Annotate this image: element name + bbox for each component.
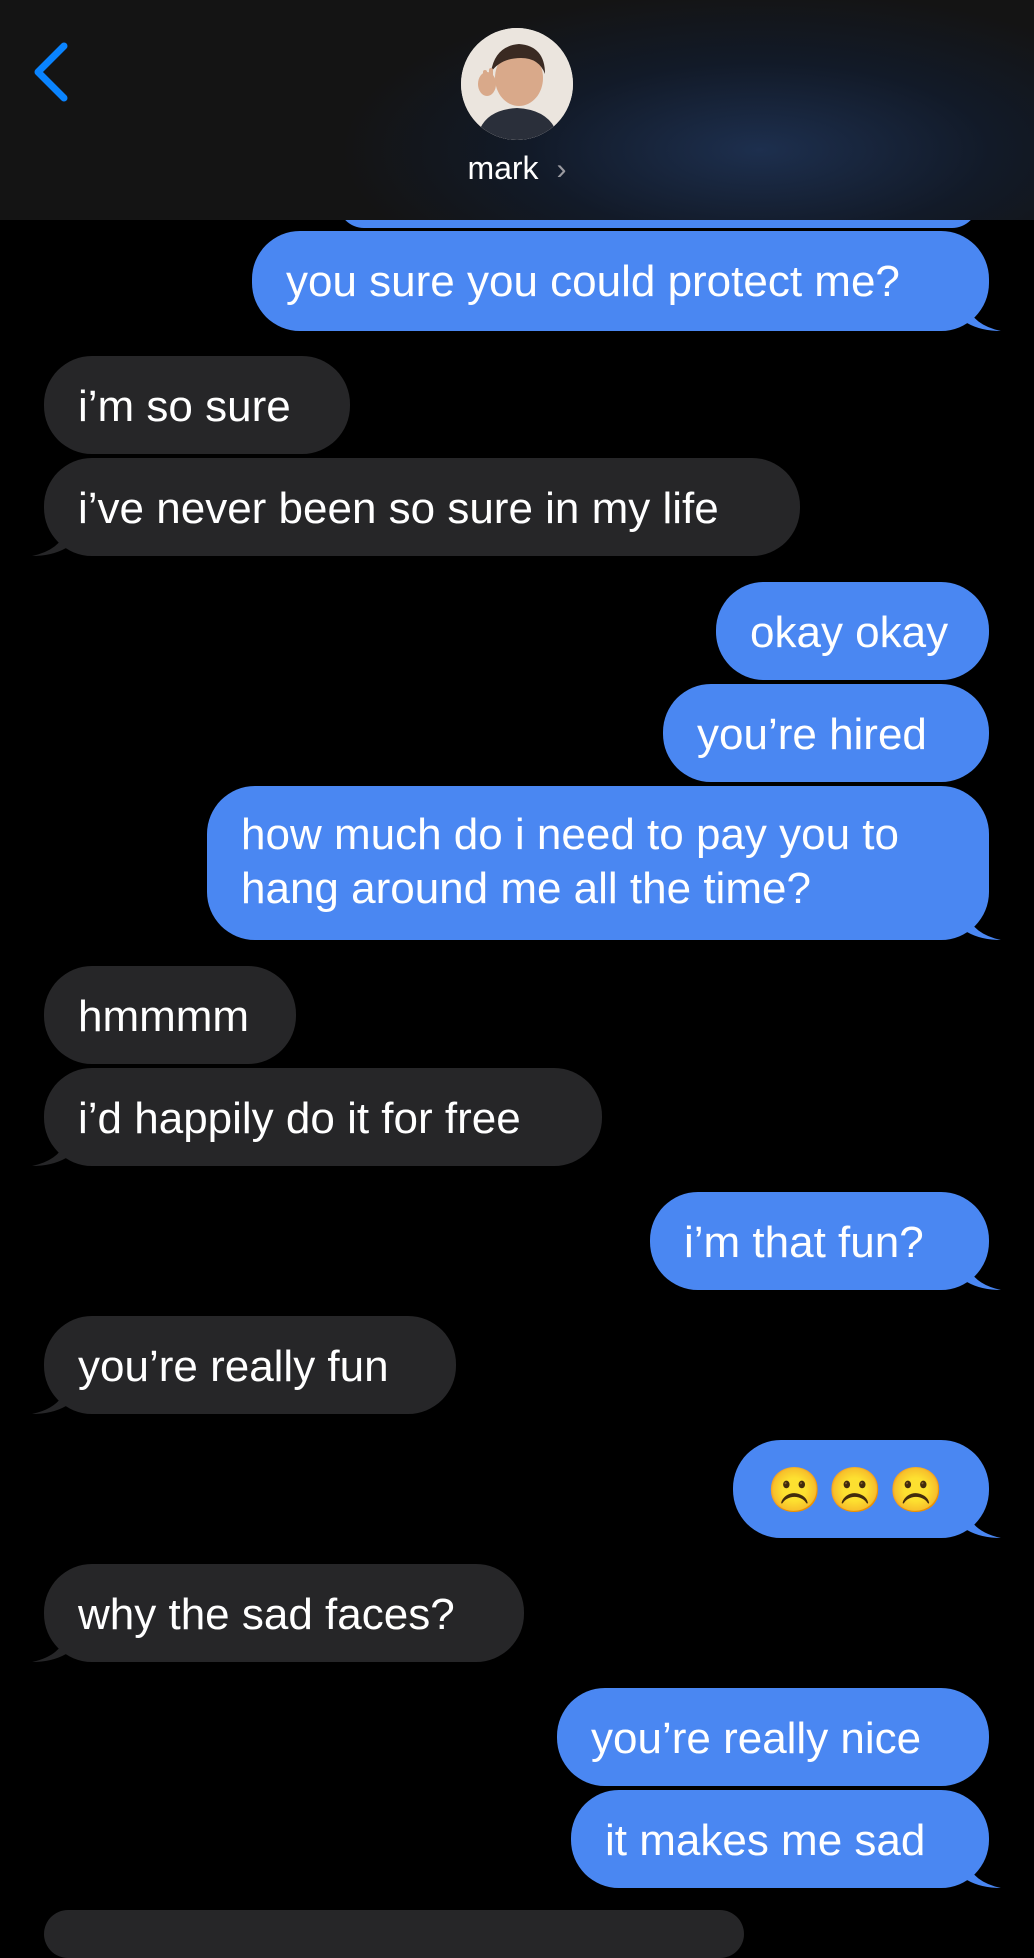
message-bubble-received[interactable]: you’re really fun	[32, 1316, 456, 1414]
message-bubble-sent[interactable]: how much do i need to pay you to hang ar…	[207, 786, 1001, 940]
message-bubble-sent[interactable]: you’re hired	[663, 684, 989, 782]
message-text-line-2: hang around me all the time?	[241, 864, 811, 913]
contact-name: mark	[467, 150, 539, 186]
message-bubble-received-partial[interactable]	[44, 1910, 744, 1958]
message-text: i’d happily do it for free	[78, 1094, 521, 1143]
bubble-tail	[967, 305, 1001, 331]
chevron-left-icon	[34, 42, 68, 102]
message-bubble-received[interactable]: why the sad faces?	[32, 1564, 524, 1662]
bubble-tail	[32, 530, 66, 556]
message-text: you’re really fun	[78, 1342, 389, 1391]
contact-avatar[interactable]	[461, 28, 573, 140]
message-text: you’re really nice	[591, 1714, 922, 1763]
message-text: okay okay	[750, 608, 949, 657]
contact-name-link[interactable]: mark ›	[0, 148, 1034, 190]
message-text: i’ve never been so sure in my life	[78, 484, 719, 533]
conversation-header: mark ›	[0, 0, 1034, 220]
bubble-tail	[967, 1862, 1001, 1888]
bubble-tail	[32, 1636, 66, 1662]
message-bubble-sent[interactable]: it makes me sad	[571, 1790, 1001, 1888]
message-text: i’m so sure	[78, 382, 291, 431]
message-bubble-sent[interactable]: okay okay	[716, 582, 989, 680]
back-button[interactable]	[22, 32, 82, 112]
chevron-right-icon: ›	[556, 153, 567, 186]
message-bubble-received[interactable]: i’d happily do it for free	[32, 1068, 602, 1166]
message-bubble-received[interactable]: i’ve never been so sure in my life	[32, 458, 800, 556]
avatar-photo	[461, 28, 573, 140]
bubble-tail	[967, 914, 1001, 940]
message-text: why the sad faces?	[78, 1590, 455, 1639]
message-bubble-received[interactable]: i’m so sure	[44, 356, 350, 454]
message-bubble-sent-emoji[interactable]: ☹️☹️☹️	[733, 1440, 1001, 1538]
message-text: you’re hired	[697, 710, 927, 759]
message-text: i’m that fun?	[684, 1218, 924, 1267]
bubble-tail	[967, 1512, 1001, 1538]
bubble-tail	[32, 1140, 66, 1166]
message-text: it makes me sad	[605, 1816, 926, 1865]
message-bubble-sent[interactable]: you sure you could protect me?	[252, 231, 1001, 331]
message-text: hmmmm	[78, 992, 250, 1041]
message-bubble-sent[interactable]: i’m that fun?	[650, 1192, 1001, 1290]
bubble-tail	[32, 1388, 66, 1414]
message-text-line-1: how much do i need to pay you to	[241, 810, 899, 859]
bubble-tail	[967, 1264, 1001, 1290]
message-bubble-received[interactable]: hmmmm	[44, 966, 296, 1064]
message-bubble-sent[interactable]: you’re really nice	[557, 1688, 989, 1786]
message-text: you sure you could protect me?	[286, 257, 900, 306]
frowning-face-emoji-icons: ☹️☹️☹️	[767, 1466, 950, 1515]
